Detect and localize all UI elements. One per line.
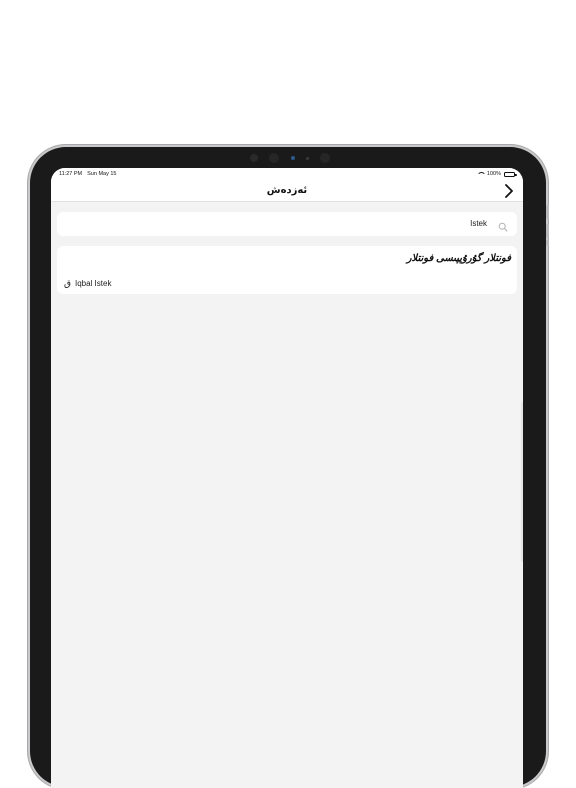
scrollbar[interactable] [521, 402, 523, 562]
camera-housing [250, 152, 330, 164]
search-field[interactable]: Istek [57, 212, 517, 236]
sensor-icon [269, 153, 280, 163]
status-time: 11:27 PM [59, 171, 83, 177]
search-icon [498, 219, 508, 232]
camera-indicator-icon [290, 156, 295, 160]
battery-icon [504, 171, 517, 177]
results-card: فونتلار گۇرۇپپىسى فونتلار ق Iqbal Istek [57, 246, 517, 294]
page-title: ئەزدەش [266, 185, 308, 196]
font-glyph: ق [64, 278, 71, 288]
sensor-icon [305, 156, 309, 160]
volume-button [546, 224, 549, 238]
search-input-value[interactable]: Istek [470, 219, 487, 228]
power-button [546, 240, 549, 246]
battery-percentage: 100% [486, 171, 501, 177]
app-screen: 11:27 PM Sun May 15 100% ئەزدەش Istek فو… [51, 168, 523, 788]
sensor-icon [250, 154, 258, 162]
status-date: Sun May 15 [87, 171, 117, 177]
section-title: فونتلار گۇرۇپپىسى فونتلار [406, 253, 511, 264]
volume-button [546, 205, 549, 219]
font-name-label: Iqbal Istek [74, 279, 112, 288]
wifi-icon [476, 171, 486, 177]
list-item[interactable]: ق Iqbal Istek [64, 278, 111, 289]
navigation-bar: ئەزدەش [51, 180, 523, 202]
camera-icon [320, 153, 330, 163]
status-bar: 11:27 PM Sun May 15 100% [51, 168, 523, 180]
chevron-right-icon[interactable] [501, 182, 517, 200]
